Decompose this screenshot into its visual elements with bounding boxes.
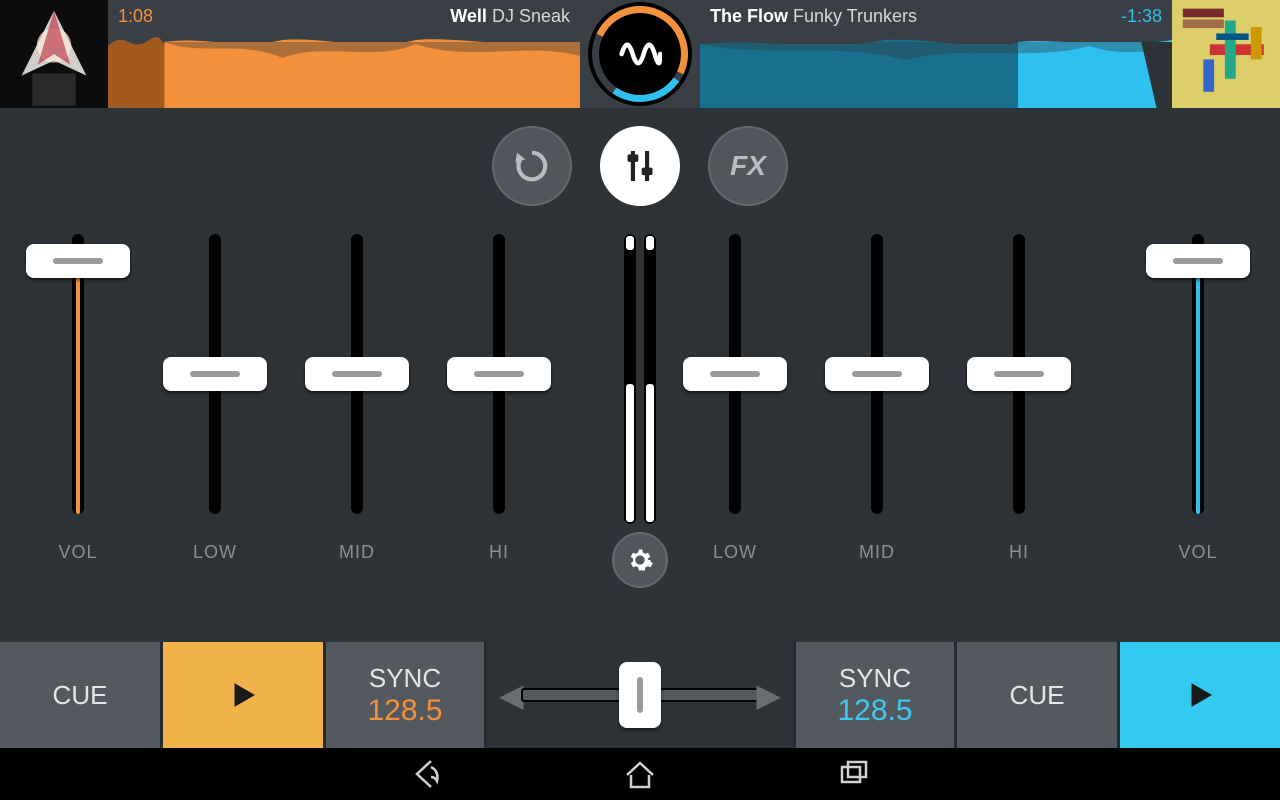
loop-icon: [512, 146, 552, 186]
loop-mode-button[interactable]: [492, 126, 572, 206]
chevron-right-icon: ▶: [756, 676, 781, 714]
deck-b-track: The Flow Funky Trunkers: [710, 6, 917, 27]
back-icon[interactable]: [409, 757, 443, 791]
deck-a-meta: 1:08 Well DJ Sneak: [118, 6, 640, 27]
channel-fader[interactable]: [620, 234, 660, 524]
fx-label: FX: [730, 150, 766, 182]
chevron-left-icon: ◀: [499, 676, 524, 714]
home-icon[interactable]: [623, 757, 657, 791]
deck-a-low-slider[interactable]: LOW: [165, 224, 265, 524]
crossfader[interactable]: ◀ ▶: [487, 642, 793, 748]
dj-app: 1:08 Well DJ Sneak The Flow Funky Trunke…: [0, 0, 1280, 800]
app-logo[interactable]: [588, 2, 692, 106]
deck-a-waveform[interactable]: [108, 36, 580, 108]
deck-a-hi-slider[interactable]: HI: [449, 224, 549, 524]
deck-b-sync-button[interactable]: SYNC128.5: [796, 642, 954, 748]
deck-b-meta: The Flow Funky Trunkers -1:38: [640, 6, 1162, 27]
mixer-mode-button[interactable]: [600, 126, 680, 206]
gear-icon: [626, 546, 654, 574]
system-navbar: [0, 748, 1280, 800]
fx-mode-button[interactable]: FX: [708, 126, 788, 206]
deck-a-sync-button[interactable]: SYNC128.5: [326, 642, 484, 748]
crossfader-handle[interactable]: [619, 662, 661, 728]
vol-label: VOL: [28, 542, 128, 563]
deck-b-artwork[interactable]: [1172, 0, 1280, 108]
deck-a-play-button[interactable]: [163, 642, 323, 748]
deck-b-play-button[interactable]: [1120, 642, 1280, 748]
recent-apps-icon[interactable]: [837, 757, 871, 791]
play-icon: [226, 678, 260, 712]
transport-bar: CUE SYNC128.5 ◀ ▶ SYNC128.5 CUE: [0, 642, 1280, 748]
deck-b-waveform[interactable]: [700, 36, 1172, 108]
deck-b-volume-slider[interactable]: VOL: [1148, 224, 1248, 524]
play-icon: [1183, 678, 1217, 712]
deck-b-hi-slider[interactable]: HI: [969, 224, 1069, 524]
mixer-panel: VOL LOW MID HI LOW M: [0, 224, 1280, 642]
deck-a-volume-slider[interactable]: VOL: [28, 224, 128, 524]
top-bar: 1:08 Well DJ Sneak The Flow Funky Trunke…: [0, 0, 1280, 108]
deck-b-time: -1:38: [1121, 6, 1162, 27]
deck-b-low-slider[interactable]: LOW: [685, 224, 785, 524]
deck-a-artwork[interactable]: [0, 0, 108, 108]
vol-label: VOL: [1148, 542, 1248, 563]
deck-b-mid-slider[interactable]: MID: [827, 224, 927, 524]
mode-switcher: FX: [0, 108, 1280, 224]
deck-b-cue-button[interactable]: CUE: [957, 642, 1117, 748]
mixer-icon: [620, 146, 660, 186]
deck-a-cue-button[interactable]: CUE: [0, 642, 160, 748]
deck-a-time: 1:08: [118, 6, 153, 27]
deck-a-track: Well DJ Sneak: [450, 6, 570, 27]
deck-a-mid-slider[interactable]: MID: [307, 224, 407, 524]
settings-button[interactable]: [612, 532, 668, 588]
